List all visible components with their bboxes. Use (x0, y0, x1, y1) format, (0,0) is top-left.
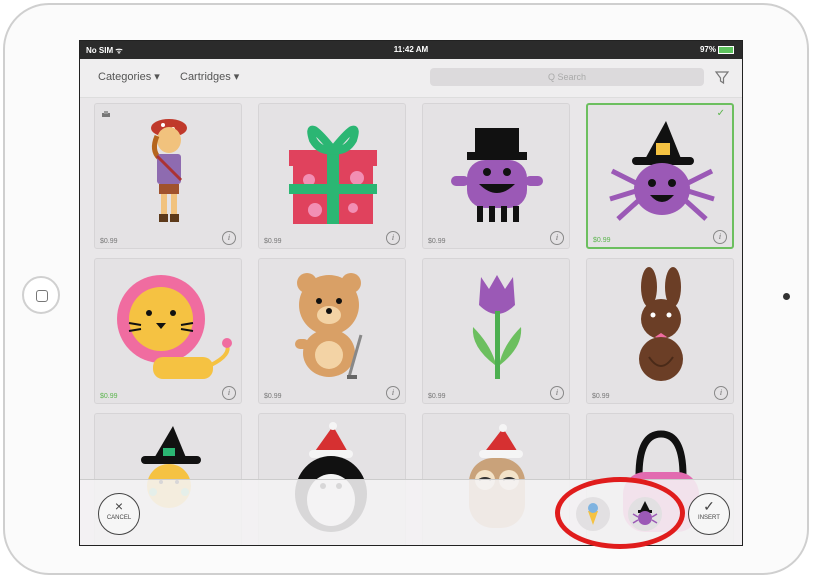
tulip-art (472, 275, 522, 379)
home-button[interactable] (22, 276, 60, 314)
price-label: $0.99 (428, 393, 446, 400)
lion-art (117, 275, 232, 379)
status-bar: No SIM ᯤ 11:42 AM 97% (80, 41, 742, 59)
teddy-bear-art (295, 273, 363, 379)
filter-icon[interactable] (714, 69, 730, 85)
price-label: $0.99 (593, 237, 611, 244)
camera-dot (783, 293, 790, 300)
clock: 11:42 AM (393, 45, 429, 54)
red-highlight-circle (555, 477, 685, 549)
image-card-gift[interactable]: $0.99 i (258, 103, 406, 249)
checkmark-icon: ✓ (703, 498, 715, 514)
info-icon[interactable]: i (713, 230, 727, 244)
info-icon[interactable]: i (386, 231, 400, 245)
image-card-teddy[interactable]: $0.99 i (258, 258, 406, 404)
price-label: $0.99 (592, 393, 610, 400)
insert-label: INSERT (698, 515, 720, 521)
image-card-witch-spider[interactable]: ✓ $0.99 i (586, 103, 734, 249)
battery-icon (718, 45, 734, 54)
image-card-bunny[interactable]: $0.99 i (586, 258, 734, 404)
cartridges-dropdown[interactable]: Cartridges ▾ (180, 70, 239, 83)
screen: No SIM ᯤ 11:42 AM 97% Categories ▾ Cartr… (79, 40, 743, 546)
price-label: $0.99 (264, 238, 282, 245)
image-card-monster[interactable]: $0.99 i (422, 103, 570, 249)
close-icon: × (114, 498, 124, 514)
info-icon[interactable]: i (550, 231, 564, 245)
categories-dropdown[interactable]: Categories ▾ (98, 70, 160, 83)
price-label: $0.99 (428, 238, 446, 245)
price-label: $0.99 (100, 238, 118, 245)
witch-spider-art (609, 121, 715, 221)
info-icon[interactable]: i (714, 386, 728, 400)
image-card-pirate[interactable]: $0.99 i (94, 103, 242, 249)
home-square-icon (36, 290, 48, 302)
gift-box-art (289, 125, 377, 224)
image-card-lion[interactable]: $0.99 i (94, 258, 242, 404)
cancel-label: CANCEL (106, 515, 132, 521)
price-label: $0.99 (264, 393, 282, 400)
chocolate-bunny-art (639, 267, 683, 381)
pirate-girl-art (151, 119, 187, 222)
price-label: $0.99 (100, 393, 118, 400)
info-icon[interactable]: i (222, 231, 236, 245)
battery-percent: 97% (699, 45, 716, 54)
insert-button[interactable]: ✓ INSERT (688, 493, 730, 535)
battery-status: 97% (700, 45, 734, 54)
cancel-button[interactable]: × CANCEL (98, 493, 140, 535)
purple-monster-art (451, 128, 543, 222)
info-icon[interactable]: i (386, 386, 400, 400)
nav-bar: Categories ▾ Cartridges ▾ Q Search (80, 59, 742, 98)
info-icon[interactable]: i (222, 386, 236, 400)
image-card-tulip[interactable]: $0.99 i (422, 258, 570, 404)
search-input[interactable]: Q Search (430, 68, 704, 86)
info-icon[interactable]: i (550, 386, 564, 400)
